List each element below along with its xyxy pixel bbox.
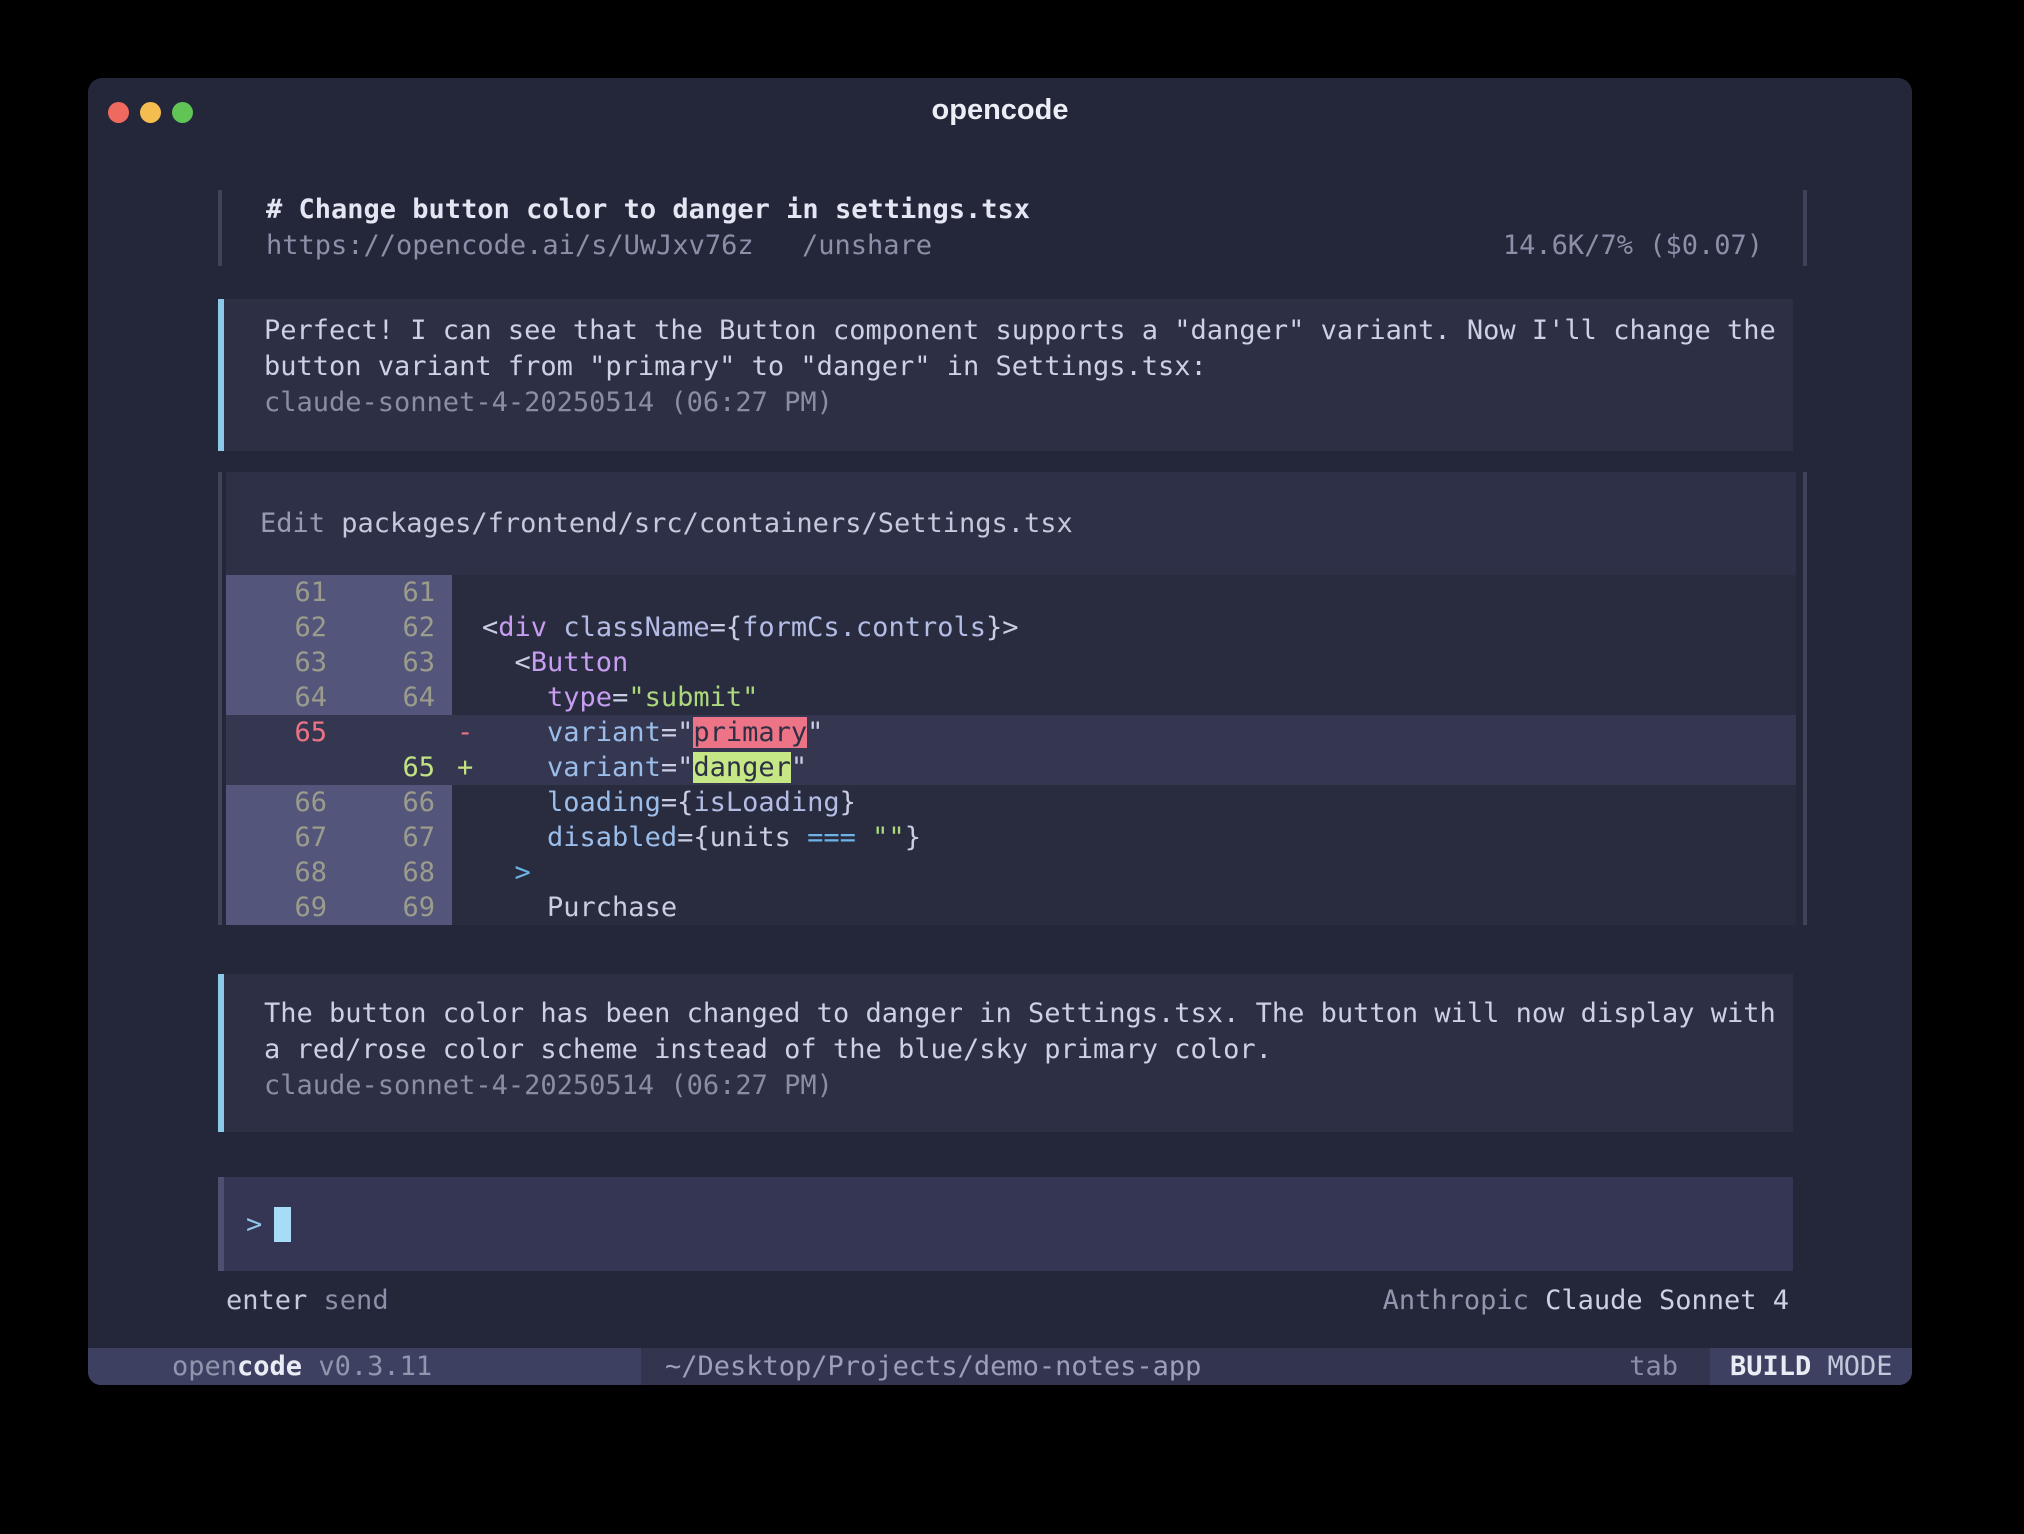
title-bar: opencode <box>88 78 1912 134</box>
unshare-command[interactable]: /unshare <box>802 230 932 261</box>
message-line: button variant from "primary" to "danger… <box>264 349 1793 385</box>
send-hint-key: enter <box>226 1285 307 1316</box>
session-header: # Change button color to danger in setti… <box>218 190 1807 266</box>
send-hint-label: send <box>324 1285 389 1316</box>
app-name-code: code <box>237 1351 302 1382</box>
message-meta: claude-sonnet-4-20250514 (06:27 PM) <box>264 385 1793 421</box>
edit-inner: Edit packages/frontend/src/containers/Se… <box>226 472 1796 925</box>
send-hint: enter send <box>226 1283 389 1319</box>
model-provider: Anthropic <box>1383 1285 1546 1316</box>
session-title: # Change button color to danger in setti… <box>266 192 1030 228</box>
working-directory: ~/Desktop/Projects/demo-notes-app <box>665 1348 1201 1385</box>
edit-action-label: Edit <box>260 508 341 539</box>
tab-key-hint[interactable]: tab <box>1629 1348 1678 1385</box>
share-url[interactable]: https://opencode.ai/s/UwJxv76z <box>266 230 754 261</box>
mode-label: MODE <box>1811 1351 1892 1382</box>
message-meta: claude-sonnet-4-20250514 (06:27 PM) <box>264 1068 1793 1104</box>
edit-tool-block: Edit packages/frontend/src/containers/Se… <box>218 472 1807 925</box>
header-right-border <box>1803 190 1807 266</box>
footer-hints: enter send Anthropic Claude Sonnet 4 <box>218 1283 1793 1319</box>
header-left-border <box>218 190 222 266</box>
share-url-row: https://opencode.ai/s/UwJxv76z /unshare <box>266 228 932 264</box>
diff-rows: 61616262<div className={formCs.controls}… <box>226 575 1796 925</box>
diff-row: 65- variant="primary" <box>226 715 1796 750</box>
prompt-chevron: > <box>246 1209 262 1240</box>
diff-row: 6969 Purchase <box>226 890 1796 925</box>
app-window: opencode # Change button color to danger… <box>88 78 1912 1385</box>
diff-row: 65+ variant="danger" <box>226 750 1796 785</box>
diff-row: 6262<div className={formCs.controls}> <box>226 610 1796 645</box>
assistant-message: Perfect! I can see that the Button compo… <box>218 299 1793 451</box>
mode-name: BUILD <box>1730 1351 1811 1382</box>
message-line: a red/rose color scheme instead of the b… <box>264 1032 1793 1068</box>
message-line: The button color has been changed to dan… <box>264 996 1793 1032</box>
edit-header: Edit packages/frontend/src/containers/Se… <box>226 472 1796 575</box>
prompt-input[interactable]: > <box>218 1177 1793 1271</box>
diff-row: 6666 loading={isLoading} <box>226 785 1796 820</box>
app-version-segment: opencode v0.3.11 <box>88 1348 641 1385</box>
token-usage: 14.6K/7% ($0.07) <box>1503 228 1763 264</box>
status-bar: opencode v0.3.11 ~/Desktop/Projects/demo… <box>88 1348 1912 1385</box>
edit-file-path: packages/frontend/src/containers/Setting… <box>341 508 1073 539</box>
app-version: v0.3.11 <box>302 1351 432 1382</box>
edit-left-border <box>218 472 222 925</box>
model-name: Claude Sonnet 4 <box>1545 1285 1789 1316</box>
diff-row: 6363 <Button <box>226 645 1796 680</box>
edit-right-border <box>1803 472 1807 925</box>
text-cursor <box>274 1207 291 1242</box>
model-indicator: Anthropic Claude Sonnet 4 <box>1383 1283 1789 1319</box>
app-name-open: open <box>172 1351 237 1382</box>
diff-row: 6161 <box>226 575 1796 610</box>
diff-row: 6767 disabled={units === ""} <box>226 820 1796 855</box>
diff-row: 6464 type="submit" <box>226 680 1796 715</box>
window-title: opencode <box>88 78 1912 134</box>
diff-row: 6868 > <box>226 855 1796 890</box>
assistant-message: The button color has been changed to dan… <box>218 974 1793 1132</box>
message-line: Perfect! I can see that the Button compo… <box>264 313 1793 349</box>
mode-segment[interactable]: BUILD MODE <box>1710 1348 1912 1385</box>
